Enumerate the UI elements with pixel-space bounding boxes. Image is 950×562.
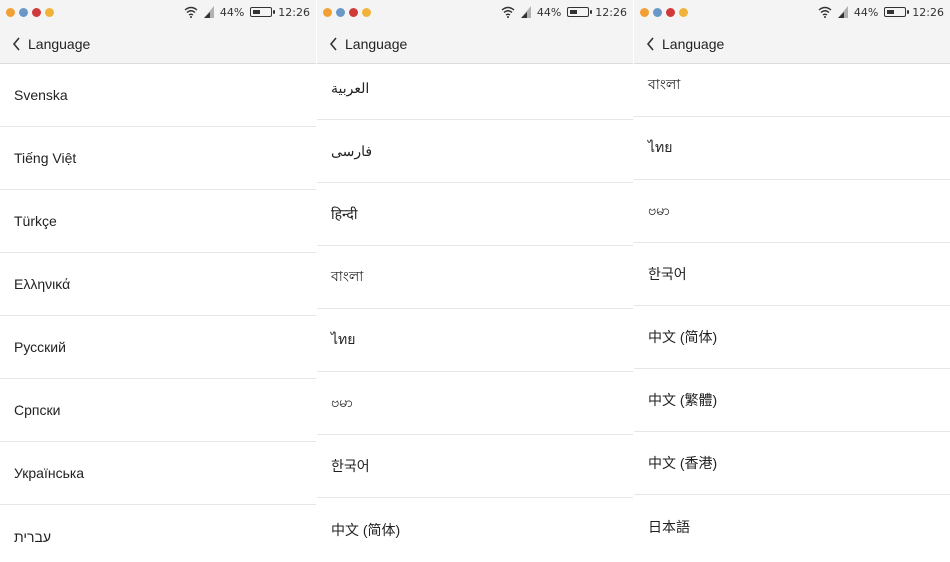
app-header: Language (634, 24, 950, 64)
language-item[interactable]: 中文 (简体) (634, 306, 950, 369)
app-header: Language (317, 24, 633, 64)
battery-percent: 44% (536, 5, 562, 19)
language-item[interactable]: 한국어 (317, 435, 633, 498)
orange-app-icon (323, 7, 332, 17)
language-item[interactable]: Svenska (0, 64, 316, 127)
signal-icon (837, 6, 848, 18)
battery-icon (250, 7, 276, 17)
page-title: Language (345, 35, 408, 52)
language-item[interactable]: Українська (0, 442, 316, 505)
signal-icon (520, 6, 531, 18)
language-item[interactable]: עברית (0, 505, 316, 562)
clock: 12:26 (278, 5, 310, 19)
notification-icons (323, 7, 371, 17)
language-item[interactable]: Tiếng Việt (0, 127, 316, 190)
language-item[interactable]: हिन्दी (317, 183, 633, 246)
page-title: Language (662, 35, 725, 52)
yellow-app-icon (45, 7, 54, 17)
battery-percent: 44% (853, 5, 879, 19)
language-item[interactable]: العربية (317, 57, 633, 120)
status-bar: 44% 12:26 (0, 0, 316, 24)
language-item[interactable]: ไทย (634, 117, 950, 180)
language-item[interactable]: Türkçe (0, 190, 316, 253)
system-icons: 44% 12:26 (818, 6, 944, 19)
language-item[interactable]: Русский (0, 316, 316, 379)
language-item[interactable]: Српски (0, 379, 316, 442)
language-item[interactable]: ဗမာ (634, 180, 950, 243)
back-arrow-icon[interactable] (329, 36, 339, 51)
status-bar: 44% 12:26 (317, 0, 633, 24)
language-list: العربية فارسی हिन्दी বাংলা ไทย ဗမာ 한국어 中… (317, 57, 633, 562)
notification-icons (640, 7, 688, 17)
language-screen-1: 44% 12:26 Language Svenska Tiếng Việt Tü… (0, 0, 316, 562)
system-icons: 44% 12:26 (501, 6, 627, 19)
language-item[interactable]: বাংলা (317, 246, 633, 309)
red-app-icon (349, 7, 358, 17)
orange-app-icon (6, 7, 15, 17)
battery-level (253, 10, 261, 14)
status-bar: 44% 12:26 (634, 0, 950, 24)
blue-app-icon (336, 7, 345, 17)
page-title: Language (28, 35, 91, 52)
wifi-icon (184, 6, 198, 18)
screenshot-collage: 44% 12:26 Language Svenska Tiếng Việt Tü… (0, 0, 950, 562)
yellow-app-icon (362, 7, 371, 17)
language-item[interactable]: 한국어 (634, 243, 950, 306)
language-list: বাংলা ไทย ဗမာ 한국어 中文 (简体) 中文 (繁體) 中文 (香港… (634, 54, 950, 562)
language-item[interactable]: 日本語 (634, 495, 950, 558)
language-screen-2: العربية فارسی हिन्दी বাংলা ไทย ဗမာ 한국어 中… (317, 0, 633, 562)
battery-icon (567, 7, 593, 17)
language-item[interactable]: فارسی (317, 120, 633, 183)
back-arrow-icon[interactable] (646, 36, 656, 51)
wifi-icon (818, 6, 832, 18)
yellow-app-icon (679, 7, 688, 17)
battery-percent: 44% (219, 5, 245, 19)
language-item[interactable]: 中文 (繁體) (634, 369, 950, 432)
app-header: Language (0, 24, 316, 64)
signal-icon (203, 6, 214, 18)
blue-app-icon (19, 7, 28, 17)
language-item[interactable]: Ελληνικά (0, 253, 316, 316)
back-arrow-icon[interactable] (12, 36, 22, 51)
language-item[interactable]: 中文 (香港) (634, 432, 950, 495)
clock: 12:26 (912, 5, 944, 19)
language-list: Svenska Tiếng Việt Türkçe Ελληνικά Русск… (0, 64, 316, 562)
language-item[interactable]: 中文 (简体) (317, 498, 633, 561)
clock: 12:26 (595, 5, 627, 19)
blue-app-icon (653, 7, 662, 17)
red-app-icon (32, 7, 41, 17)
system-icons: 44% 12:26 (184, 6, 310, 19)
orange-app-icon (640, 7, 649, 17)
notification-icons (6, 7, 54, 17)
wifi-icon (501, 6, 515, 18)
battery-icon (884, 7, 910, 17)
battery-level (570, 10, 578, 14)
battery-level (887, 10, 895, 14)
language-item[interactable]: ไทย (317, 309, 633, 372)
language-item[interactable]: ဗမာ (317, 372, 633, 435)
red-app-icon (666, 7, 675, 17)
language-screen-3: বাংলা ไทย ဗမာ 한국어 中文 (简体) 中文 (繁體) 中文 (香港… (634, 0, 950, 562)
